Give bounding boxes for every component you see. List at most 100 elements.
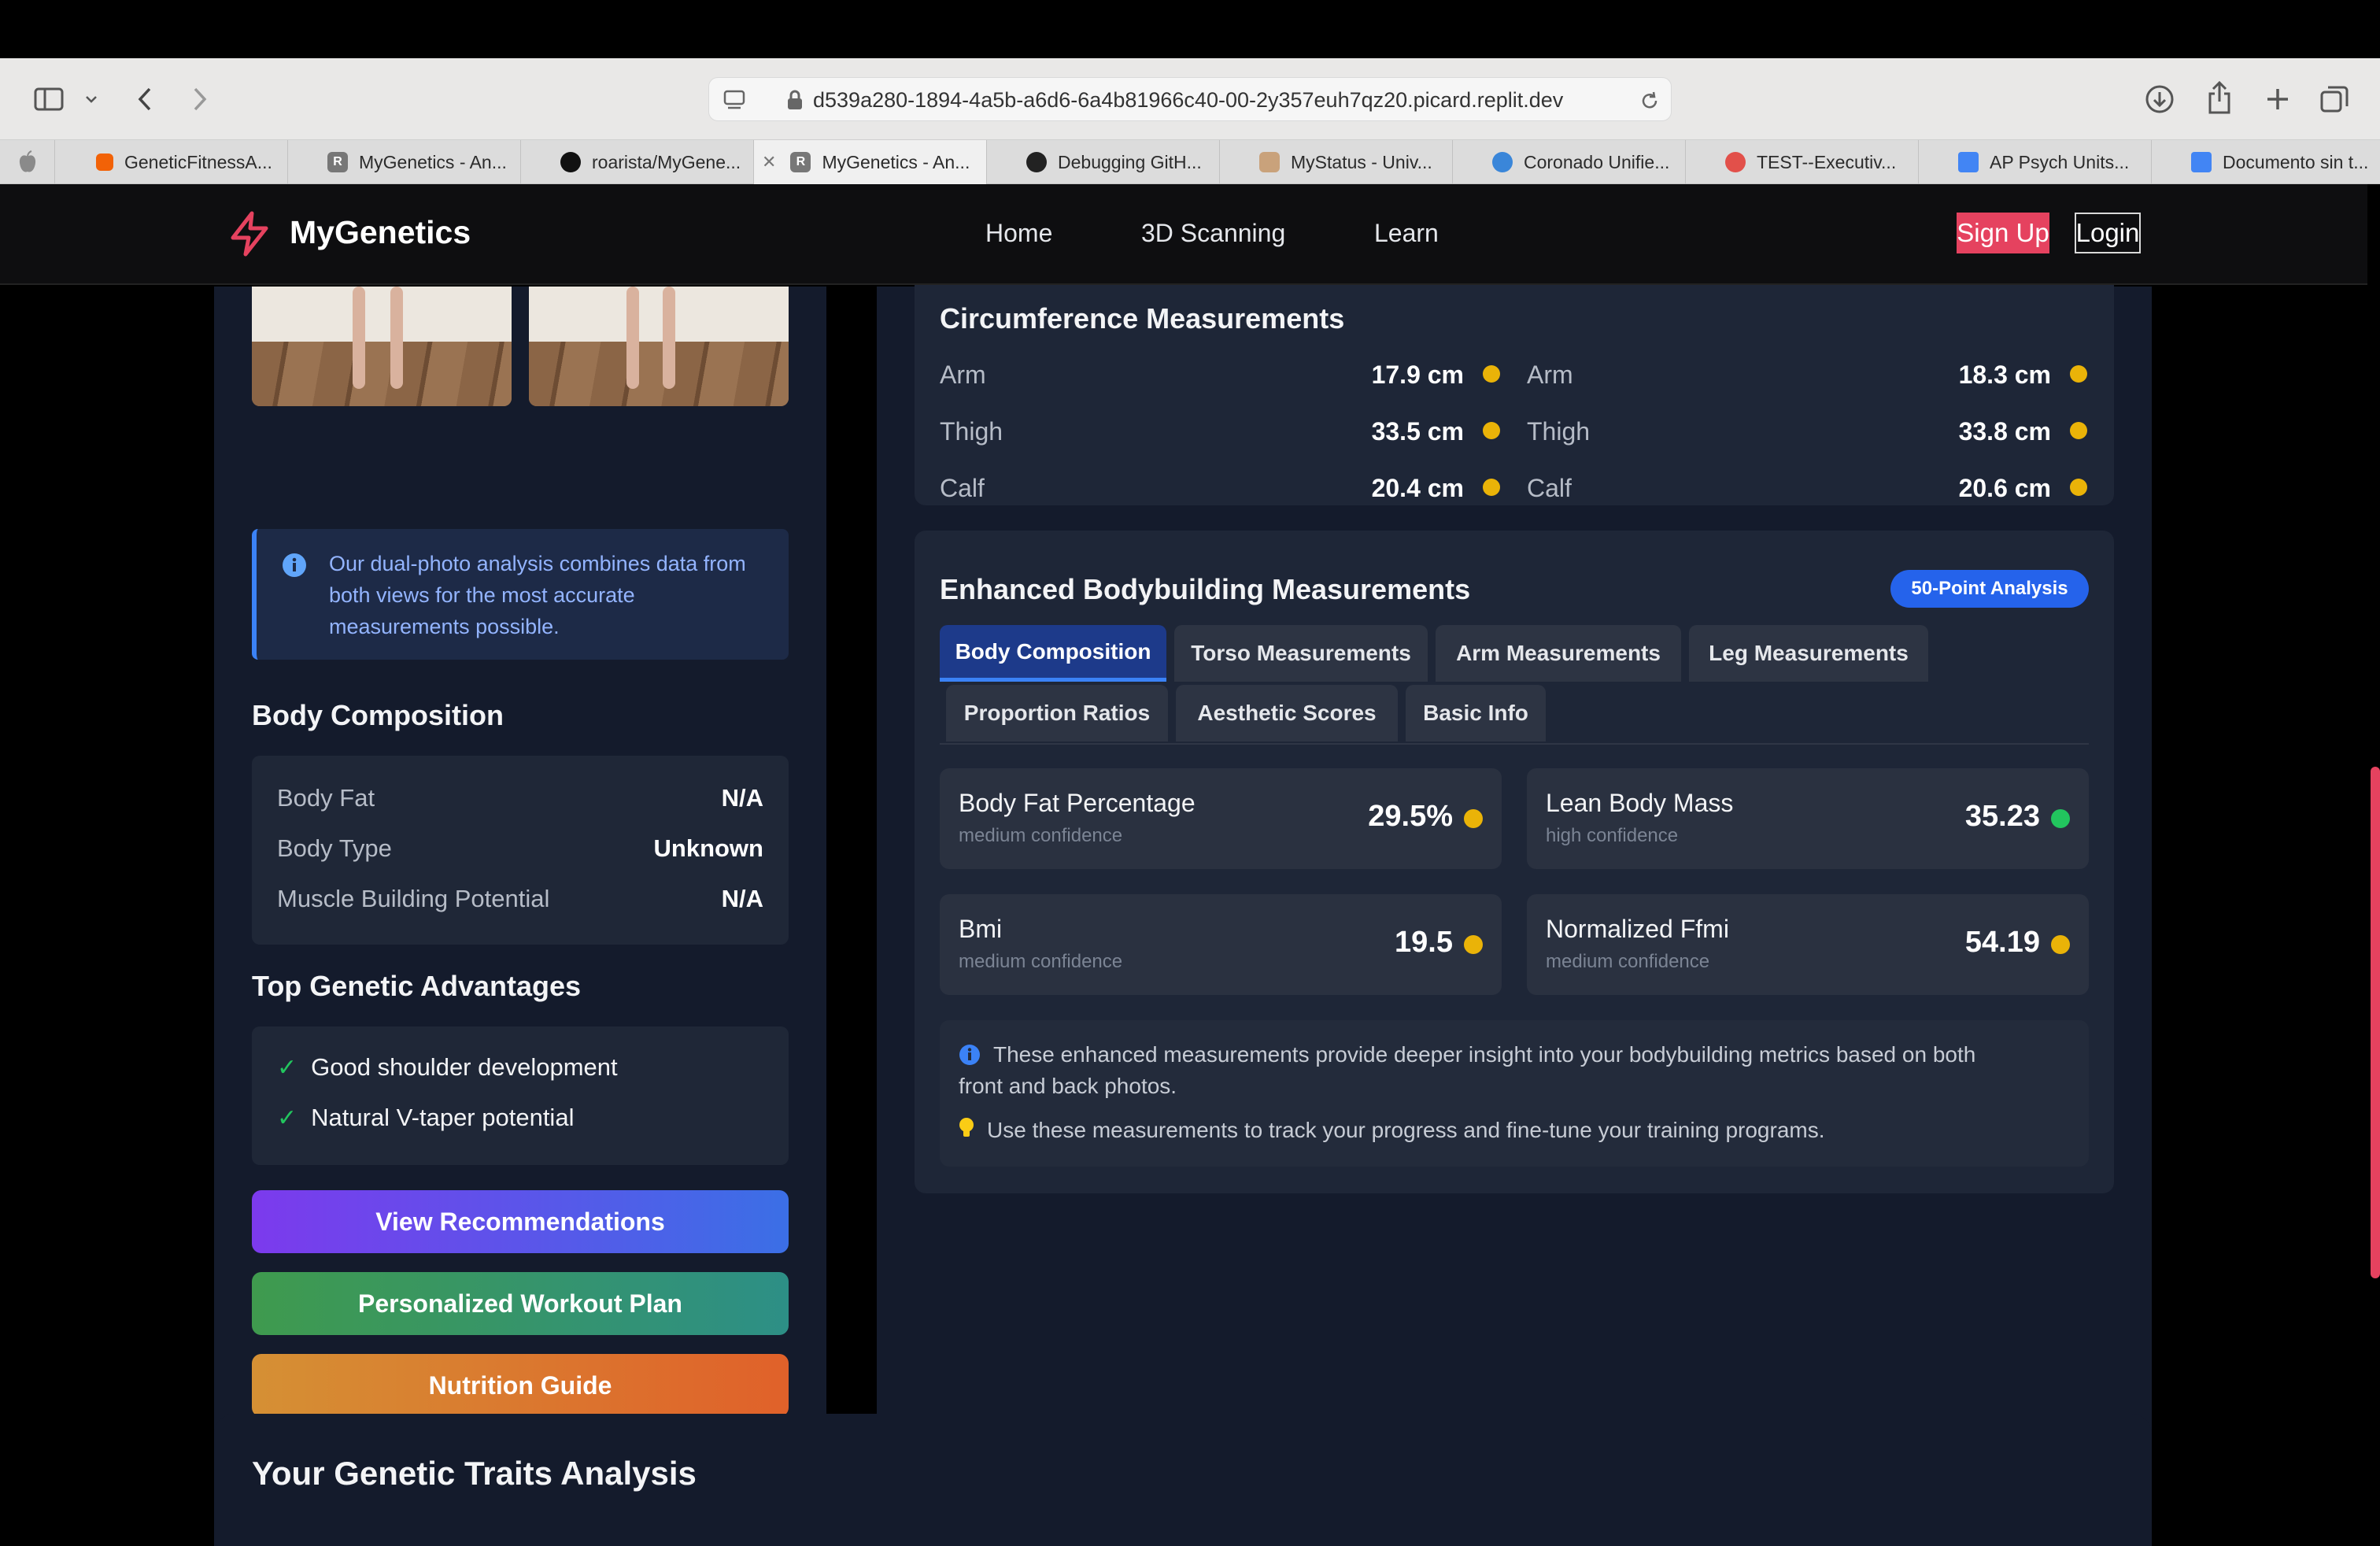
analysis-summary-card: Our dual-photo analysis combines data fr… (214, 287, 826, 1533)
nutrition-guide-button[interactable]: Nutrition Guide (252, 1354, 789, 1417)
tab-label: TEST--Executiv... (1757, 151, 1897, 172)
metric-confidence: medium confidence (1546, 951, 1710, 972)
circumference-panel: Circumference Measurements Arm 17.9 cm T… (915, 271, 2114, 505)
tab-label: Coronado Unifie... (1524, 151, 1670, 172)
github-icon (560, 152, 581, 172)
close-tab-icon[interactable]: ✕ (762, 152, 776, 172)
metric-name: Lean Body Mass (1546, 789, 1734, 817)
status-dot (2051, 935, 2070, 954)
note-text-2: front and back photos. (959, 1074, 1177, 1098)
nav-learn[interactable]: Learn (1374, 219, 1439, 248)
note-text-1: These enhanced measurements provide deep… (993, 1042, 1976, 1067)
chevron-down-icon[interactable] (82, 90, 101, 109)
tab-label: Documento sin t... (2223, 151, 2369, 172)
front-photo (252, 287, 512, 406)
replit-favicon-icon (96, 153, 113, 171)
status-dot (2070, 365, 2087, 383)
tab-body-composition[interactable]: Body Composition (940, 625, 1166, 682)
nav-home[interactable]: Home (985, 219, 1052, 248)
tab-torso-measurements[interactable]: Torso Measurements (1174, 625, 1428, 682)
tab-divider (940, 743, 2089, 745)
tab-mygenetics-1[interactable]: R MyGenetics - An... (288, 140, 521, 184)
nav-3d-scanning[interactable]: 3D Scanning (1141, 219, 1285, 248)
tab-label: MyStatus - Univ... (1291, 151, 1432, 172)
tab-arm-measurements[interactable]: Arm Measurements (1436, 625, 1681, 682)
metric-card-lean-mass: Lean Body Mass high confidence 35.23 (1527, 768, 2089, 869)
page-settings-icon[interactable] (722, 87, 747, 113)
arm-right-value: 18.3 cm (1958, 361, 2051, 389)
tab-coronado[interactable]: Coronado Unifie... (1453, 140, 1686, 184)
tab-overview-icon[interactable] (2317, 82, 2352, 117)
lightbulb-icon (957, 1116, 976, 1144)
metric-card-bmi: Bmi medium confidence 19.5 (940, 894, 1502, 995)
tab-label: Debugging GitH... (1058, 151, 1202, 172)
status-dot (1483, 365, 1500, 383)
metric-card-body-fat: Body Fat Percentage medium confidence 29… (940, 768, 1502, 869)
metric-value: 54.19 (1964, 926, 2040, 959)
sign-up-button[interactable]: Sign Up (1957, 213, 2049, 253)
tab-mygenetics-active[interactable]: ✕ R MyGenetics - An... (754, 140, 987, 184)
tab-label: AP Psych Units... (1990, 151, 2130, 172)
tab-basic-info[interactable]: Basic Info (1406, 685, 1546, 742)
cloud-icon (1492, 152, 1513, 172)
metric-confidence: medium confidence (959, 825, 1123, 846)
metric-confidence: high confidence (1546, 825, 1679, 846)
lightning-logo-icon[interactable] (228, 211, 271, 261)
thigh-right-label: Thigh (1527, 417, 1591, 446)
calf-right-value: 20.6 cm (1958, 474, 2051, 502)
login-button[interactable]: Login (2075, 213, 2141, 253)
advantages-title: Top Genetic Advantages (252, 970, 582, 1002)
arm-left-label: Arm (940, 361, 986, 389)
brand-name[interactable]: MyGenetics (290, 214, 471, 251)
metric-name: Body Fat Percentage (959, 789, 1196, 817)
metric-name: Bmi (959, 915, 1003, 943)
badge-icon (1725, 152, 1746, 172)
r-favicon-icon: R (327, 152, 348, 172)
r-favicon-icon: R (790, 152, 811, 172)
tab-label: GeneticFitnessA... (124, 151, 272, 172)
status-dot (1483, 479, 1500, 496)
tab-mystatus[interactable]: MyStatus - Univ... (1220, 140, 1453, 184)
app-viewport: Our dual-photo analysis combines data fr… (0, 184, 2380, 1546)
apple-tab-icon[interactable] (0, 140, 55, 184)
advantages-panel: ✓ Good shoulder development ✓ Natural V-… (252, 1026, 789, 1165)
sidebar-toggle-icon[interactable] (31, 82, 66, 117)
docs-icon (1958, 152, 1979, 172)
status-dot (1464, 809, 1483, 828)
advantage-item: ✓ Natural V-taper potential (277, 1104, 574, 1132)
forward-icon[interactable] (186, 83, 214, 115)
view-recommendations-button[interactable]: View Recommendations (252, 1190, 789, 1253)
circumference-title: Circumference Measurements (940, 302, 1345, 335)
scrollbar-thumb[interactable] (2371, 767, 2380, 1278)
tab-leg-measurements[interactable]: Leg Measurements (1689, 625, 1928, 682)
back-icon[interactable] (131, 83, 159, 115)
tab-github-repo[interactable]: roarista/MyGene... (521, 140, 754, 184)
tab-label: MyGenetics - An... (359, 151, 507, 172)
thigh-left-label: Thigh (940, 417, 1003, 446)
share-icon[interactable] (2202, 79, 2237, 117)
body-type-value: Unknown (653, 834, 764, 862)
tab-label: MyGenetics - An... (822, 151, 970, 172)
tab-aesthetic-scores[interactable]: Aesthetic Scores (1176, 685, 1398, 742)
tab-documento[interactable]: Documento sin t... (2152, 140, 2380, 184)
status-dot (1483, 422, 1500, 439)
download-icon[interactable] (2142, 82, 2177, 117)
arm-left-value: 17.9 cm (1371, 361, 1464, 389)
arm-right-label: Arm (1527, 361, 1573, 389)
new-tab-icon[interactable] (2260, 82, 2295, 117)
tab-debugging[interactable]: Debugging GitH... (987, 140, 1220, 184)
tab-test-executive[interactable]: TEST--Executiv... (1686, 140, 1919, 184)
workout-plan-button[interactable]: Personalized Workout Plan (252, 1272, 789, 1335)
reload-icon[interactable] (1638, 89, 1661, 113)
tab-ap-psych[interactable]: AP Psych Units... (1919, 140, 2152, 184)
address-bar[interactable]: d539a280-1894-4a5b-a6d6-6a4b81966c40-00-… (708, 77, 1672, 121)
thigh-left-value: 33.5 cm (1371, 417, 1464, 446)
openai-icon (1026, 152, 1047, 172)
system-menu-bar (0, 0, 2380, 58)
tab-proportion-ratios[interactable]: Proportion Ratios (946, 685, 1168, 742)
muscle-potential-value: N/A (721, 885, 763, 912)
tab-geneticfitness[interactable]: GeneticFitnessA... (55, 140, 288, 184)
measurements-card: Circumference Measurements Arm 17.9 cm T… (877, 271, 2152, 1533)
shield-icon (1259, 152, 1280, 172)
metric-confidence: medium confidence (959, 951, 1123, 972)
